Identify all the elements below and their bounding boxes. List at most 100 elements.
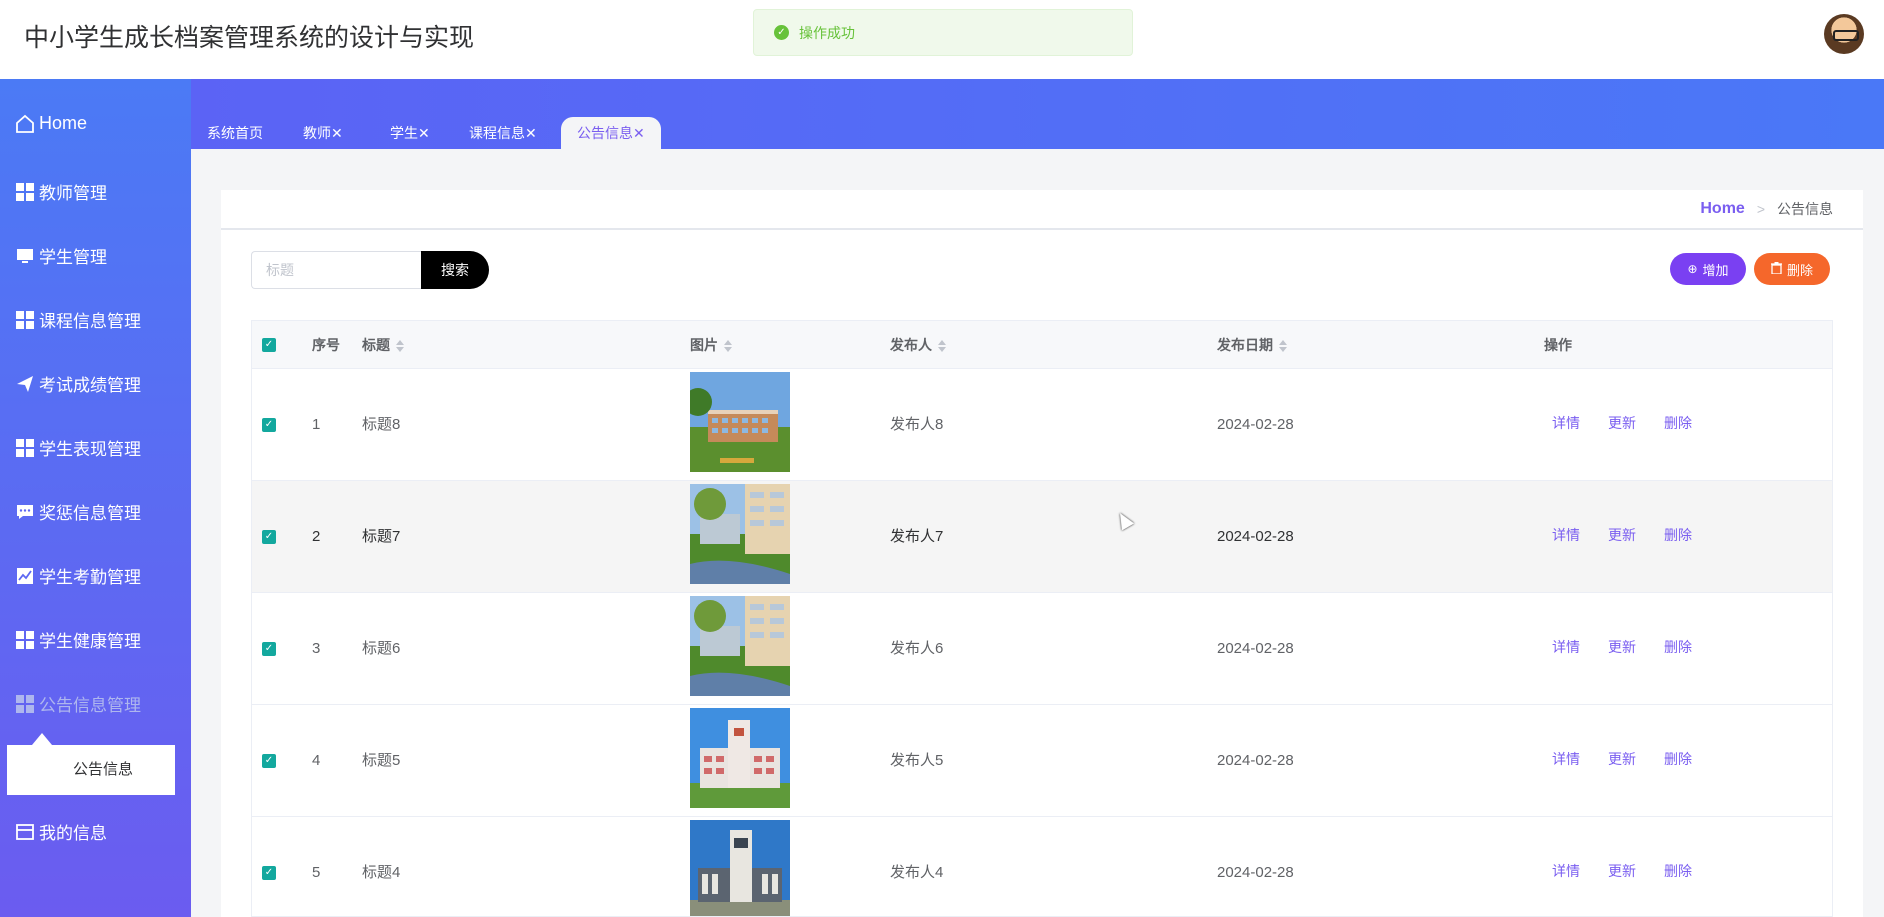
success-toast: ✓ 操作成功	[753, 9, 1133, 56]
home-icon	[15, 114, 35, 134]
table-row[interactable]: ✓ 1 标题8 发布人8 2024-02-28 详情 更新 删除	[252, 369, 1832, 481]
table-row[interactable]: ✓ 5 标题4 发布人4 2024-02-28 详情 更新 删除	[252, 817, 1832, 916]
sort-icon[interactable]	[396, 340, 404, 353]
row-checkbox[interactable]: ✓	[262, 754, 276, 768]
sidebar-item-rewards[interactable]: 奖惩信息管理	[15, 499, 141, 524]
sidebar-item-courses[interactable]: 课程信息管理	[15, 307, 141, 332]
header-ops: 操作	[1544, 337, 1572, 353]
sidebar: Home 教师管理 学生管理 课程信息管理 考试成绩管理 学生表现管理 奖惩信息…	[0, 79, 191, 917]
update-link[interactable]: 更新	[1608, 413, 1636, 433]
sidebar-item-students[interactable]: 学生管理	[15, 243, 107, 268]
plus-circle-icon: ⊕	[1687, 262, 1698, 276]
row-date: 2024-02-28	[1217, 752, 1294, 769]
header-publisher[interactable]: 发布人	[890, 321, 946, 369]
update-link[interactable]: 更新	[1608, 861, 1636, 881]
sidebar-item-home[interactable]: Home	[15, 113, 87, 134]
sidebar-item-health[interactable]: 学生健康管理	[15, 627, 141, 652]
tab-announcements[interactable]: 公告信息✕	[561, 117, 661, 149]
breadcrumb-home[interactable]: Home	[1700, 200, 1744, 218]
detail-link[interactable]: 详情	[1552, 413, 1580, 433]
row-index: 5	[312, 864, 321, 881]
close-icon[interactable]: ✕	[633, 125, 645, 141]
row-index: 3	[312, 640, 321, 657]
update-link[interactable]: 更新	[1608, 637, 1636, 657]
delete-link[interactable]: 删除	[1664, 861, 1692, 881]
row-title: 标题7	[362, 528, 401, 545]
breadcrumb-current: 公告信息	[1777, 201, 1833, 217]
row-checkbox[interactable]: ✓	[262, 866, 276, 880]
table-row[interactable]: ✓ 4 标题5 发布人5 2024-02-28 详情 更新 删除	[252, 705, 1832, 817]
breadcrumb-separator: >	[1756, 201, 1765, 217]
grid-icon	[15, 694, 35, 714]
close-icon[interactable]: ✕	[331, 125, 343, 141]
grid-icon	[15, 182, 35, 202]
update-link[interactable]: 更新	[1608, 525, 1636, 545]
row-date: 2024-02-28	[1217, 416, 1294, 433]
row-title: 标题4	[362, 864, 401, 881]
chart-icon	[15, 566, 35, 586]
announcement-image	[690, 484, 790, 584]
delete-button[interactable]: 删除	[1754, 253, 1830, 285]
close-icon[interactable]: ✕	[418, 125, 430, 141]
announcement-image	[690, 820, 790, 916]
search-input[interactable]: 标题	[251, 251, 422, 289]
tab-home[interactable]: 系统首页	[201, 117, 269, 149]
row-publisher: 发布人8	[890, 416, 944, 433]
row-checkbox[interactable]: ✓	[262, 642, 276, 656]
detail-link[interactable]: 详情	[1552, 525, 1580, 545]
row-publisher: 发布人5	[890, 752, 944, 769]
update-link[interactable]: 更新	[1608, 749, 1636, 769]
tab-bar: 系统首页 教师✕ 学生✕ 课程信息✕ 公告信息✕	[191, 79, 1884, 149]
sidebar-item-exam-scores[interactable]: 考试成绩管理	[15, 371, 141, 396]
tab-teachers[interactable]: 教师✕	[297, 117, 349, 149]
header-title[interactable]: 标题	[362, 321, 404, 369]
announcement-image	[690, 372, 790, 472]
table-row[interactable]: ✓ 3 标题6 发布人6 2024-02-28 详情 更新 删除	[252, 593, 1832, 705]
sort-icon[interactable]	[1279, 340, 1287, 353]
delete-link[interactable]: 删除	[1664, 749, 1692, 769]
header-date[interactable]: 发布日期	[1217, 321, 1287, 369]
detail-link[interactable]: 详情	[1552, 749, 1580, 769]
row-checkbox[interactable]: ✓	[262, 418, 276, 432]
close-icon[interactable]: ✕	[525, 125, 537, 141]
header-image[interactable]: 图片	[690, 321, 732, 369]
submenu-item-announcements[interactable]: 公告信息	[7, 733, 175, 795]
sort-icon[interactable]	[938, 340, 946, 353]
card-icon	[15, 822, 35, 842]
add-button[interactable]: ⊕ 增加	[1670, 253, 1746, 285]
grid-icon	[15, 310, 35, 330]
top-bar: 中小学生成长档案管理系统的设计与实现 ✓ 操作成功	[0, 0, 1884, 79]
detail-link[interactable]: 详情	[1552, 637, 1580, 657]
sidebar-item-teachers[interactable]: 教师管理	[15, 179, 107, 204]
detail-link[interactable]: 详情	[1552, 861, 1580, 881]
sort-icon[interactable]	[724, 340, 732, 353]
sidebar-item-my-info[interactable]: 我的信息	[15, 819, 107, 844]
delete-link[interactable]: 删除	[1664, 413, 1692, 433]
toast-message: 操作成功	[799, 24, 855, 41]
row-publisher: 发布人4	[890, 864, 944, 881]
tab-students[interactable]: 学生✕	[384, 117, 436, 149]
delete-link[interactable]: 删除	[1664, 637, 1692, 657]
user-avatar[interactable]	[1824, 14, 1864, 54]
delete-link[interactable]: 删除	[1664, 525, 1692, 545]
row-publisher: 发布人7	[890, 528, 944, 545]
row-checkbox[interactable]: ✓	[262, 530, 276, 544]
sidebar-item-attendance[interactable]: 学生考勤管理	[15, 563, 141, 588]
sidebar-item-performance[interactable]: 学生表现管理	[15, 435, 141, 460]
grid-icon	[15, 630, 35, 650]
breadcrumb: Home > 公告信息	[221, 190, 1863, 230]
check-circle-icon: ✓	[774, 25, 789, 40]
send-icon	[15, 374, 35, 394]
row-title: 标题6	[362, 640, 401, 657]
select-all-checkbox[interactable]: ✓	[262, 338, 276, 352]
sidebar-item-announcements[interactable]: 公告信息管理	[15, 691, 141, 716]
row-index: 4	[312, 752, 321, 769]
row-title: 标题8	[362, 416, 401, 433]
row-date: 2024-02-28	[1217, 864, 1294, 881]
table-row[interactable]: ✓ 2 标题7 发布人7 2024-02-28 详情 更新 删除	[252, 481, 1832, 593]
tab-courses[interactable]: 课程信息✕	[463, 117, 543, 149]
row-date: 2024-02-28	[1217, 528, 1294, 545]
search-button[interactable]: 搜索	[421, 251, 489, 289]
table-header: ✓ 序号 标题 图片 发布人 发布日期 操作	[252, 321, 1832, 369]
announcement-table: ✓ 序号 标题 图片 发布人 发布日期 操作 ✓ 1 标题8 发布人8 2024…	[251, 320, 1833, 917]
